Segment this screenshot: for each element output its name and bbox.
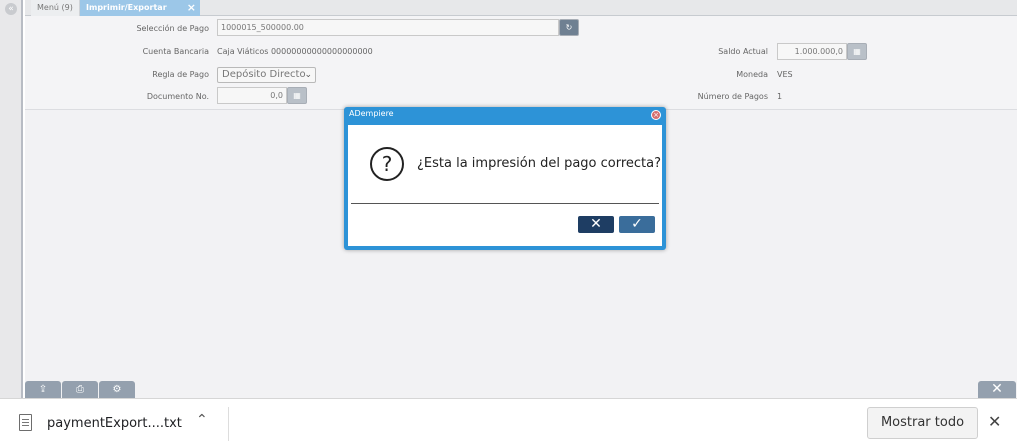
payment-form: Selección de Pago 1000015_500000.00 ↻ Cu… [25, 16, 1017, 110]
payment-selection-label: Selección de Pago [136, 24, 209, 33]
confirm-dialog: ADempiere × ? ¿Esta la impresión del pag… [344, 107, 666, 250]
bank-account-label: Cuenta Bancaria [142, 47, 209, 56]
chevron-down-icon: ⌄ [304, 70, 312, 80]
export-button[interactable]: ⇪ [25, 381, 61, 398]
dialog-divider [351, 203, 659, 204]
collapse-icon[interactable]: « [5, 3, 17, 15]
current-balance-field: 1.000.000,0 [777, 43, 847, 60]
currency-label: Moneda [736, 70, 768, 79]
file-icon [19, 414, 32, 431]
question-icon: ? [370, 147, 404, 181]
ok-button[interactable]: ✓ [619, 216, 655, 233]
payment-selection-field[interactable]: 1000015_500000.00 [217, 19, 559, 36]
left-rail: « [0, 0, 23, 398]
download-bar: paymentExport....txt ⌃ Mostrar todo ✕ [0, 398, 1017, 447]
current-balance-label: Saldo Actual [718, 47, 768, 56]
calculator-icon[interactable]: ▦ [847, 43, 867, 60]
divider [228, 407, 229, 441]
print-button[interactable]: ⎙ [62, 381, 98, 398]
download-file-name[interactable]: paymentExport....txt [47, 416, 182, 431]
dialog-title: ADempiere [349, 109, 394, 118]
payment-rule-value: Depósito Directo [222, 69, 306, 80]
document-no-field[interactable]: 0,0 [217, 87, 287, 104]
tab-close-icon[interactable]: × [187, 0, 196, 16]
close-icon[interactable]: ✕ [988, 412, 1001, 431]
refresh-icon[interactable]: ↻ [559, 19, 579, 36]
show-all-button[interactable]: Mostrar todo [867, 407, 978, 439]
payment-count-label: Número de Pagos [697, 92, 768, 101]
payment-count-value: 1 [777, 92, 783, 101]
tab-print-export-payments[interactable]: Imprimir/Exportar Pagos × [80, 0, 200, 28]
cancel-button[interactable]: ✕ [578, 216, 614, 233]
tab-bar: Menú (9) Imprimir/Exportar Pagos × [25, 0, 1017, 28]
payment-rule-select[interactable]: Depósito Directo ⌄ [217, 67, 316, 83]
settings-button[interactable]: ⚙ [99, 381, 135, 398]
calculator-icon[interactable]: ▦ [287, 87, 307, 104]
document-no-label: Documento No. [146, 92, 209, 101]
dialog-message: ¿Esta la impresión del pago correcta? [417, 156, 662, 171]
bank-account-value: Caja Viáticos 00000000000000000000 [217, 47, 373, 56]
payment-rule-label: Regla de Pago [152, 70, 209, 79]
chevron-up-icon[interactable]: ⌃ [196, 412, 208, 428]
tab-menu[interactable]: Menú (9) [31, 0, 80, 16]
close-window-button[interactable]: ✕ [978, 381, 1016, 398]
dialog-close-icon[interactable]: × [651, 110, 661, 120]
dialog-body: ? ¿Esta la impresión del pago correcta? … [348, 125, 662, 246]
currency-value: VES [777, 70, 793, 79]
